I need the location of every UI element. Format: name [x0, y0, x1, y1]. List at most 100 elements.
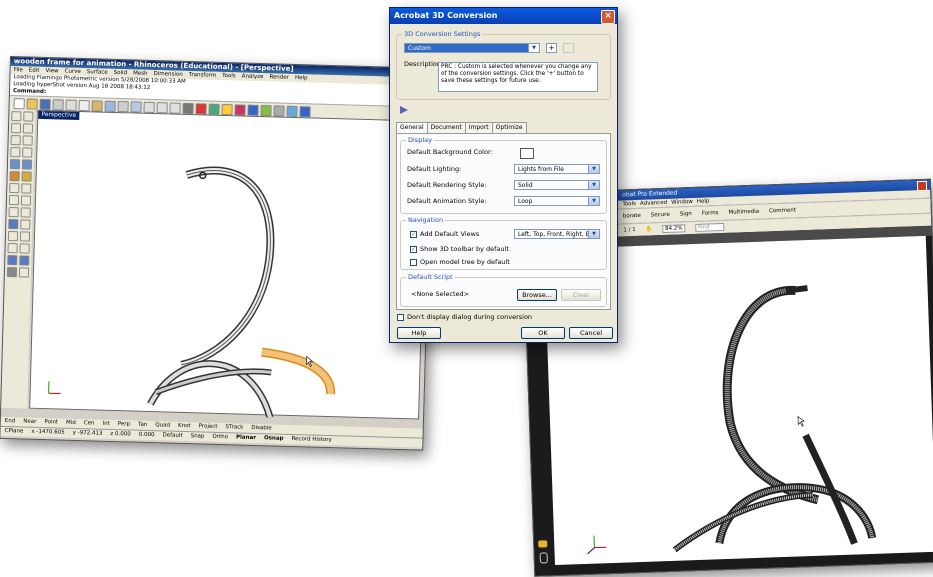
solid-icon[interactable] [21, 159, 33, 170]
explode-icon[interactable] [8, 195, 20, 206]
cancel-button[interactable]: Cancel [569, 327, 613, 339]
car-icon[interactable] [195, 102, 207, 115]
menu-mesh[interactable]: Mesh [133, 70, 148, 76]
status-osnap[interactable]: Osnap [264, 435, 284, 442]
ok-button[interactable]: OK [521, 327, 565, 339]
chevron-down-icon[interactable]: ▼ [528, 44, 539, 52]
menu-dimension[interactable]: Dimension [153, 71, 182, 78]
animation-style-select[interactable]: Loop ▼ [514, 196, 600, 206]
dimension-icon[interactable] [7, 243, 18, 254]
line-icon[interactable] [10, 123, 22, 134]
delete-preset-button[interactable] [563, 43, 574, 53]
undo-icon[interactable] [104, 100, 116, 112]
snap-near[interactable]: Near [23, 419, 36, 425]
menu-analyze[interactable]: Analyze [242, 73, 264, 80]
menu-file[interactable]: File [14, 67, 23, 73]
arc-icon[interactable] [22, 135, 33, 146]
snap-end[interactable]: End [5, 418, 16, 424]
menu-solid[interactable]: Solid [114, 70, 128, 76]
browse-button[interactable]: Browse... [517, 289, 557, 301]
add-default-views-checkbox[interactable]: ✓ [410, 231, 417, 238]
snap-point[interactable]: Point [44, 419, 58, 425]
paste-icon[interactable] [91, 99, 103, 112]
zoom-window-icon[interactable] [156, 101, 168, 113]
rotate-view-icon[interactable] [130, 100, 142, 113]
cut-icon[interactable] [65, 99, 77, 111]
snap-project[interactable]: Project [199, 423, 218, 430]
material-icon[interactable] [260, 104, 272, 116]
menu-transform[interactable]: Transform [189, 72, 217, 79]
move-icon[interactable] [8, 207, 19, 218]
sign-button[interactable]: Sign [680, 211, 692, 217]
select-arrow-icon[interactable] [11, 111, 22, 122]
copy-object-icon[interactable] [20, 207, 31, 218]
menu-view[interactable]: View [45, 68, 58, 74]
options-icon[interactable] [18, 267, 30, 278]
properties-icon[interactable] [286, 105, 298, 117]
open-folder-icon[interactable] [26, 97, 38, 110]
collaborate-button[interactable]: borate [623, 213, 641, 220]
perspective-viewport[interactable]: Perspective [29, 109, 428, 420]
print-icon[interactable] [52, 98, 64, 111]
snap-mid[interactable]: Mid [66, 420, 76, 426]
menu-window[interactable]: Window [671, 199, 693, 206]
layer-icon[interactable] [273, 104, 285, 117]
text-icon[interactable] [19, 243, 30, 254]
tab-import[interactable]: Import [464, 122, 493, 133]
rotate-icon[interactable] [8, 219, 19, 230]
polyline-icon[interactable] [22, 123, 34, 134]
show-3d-toolbar-checkbox[interactable]: ✓ [410, 246, 417, 253]
secure-button[interactable]: Secure [651, 212, 670, 219]
menu-tools[interactable]: Tools [622, 201, 636, 207]
analyze-icon[interactable] [7, 255, 18, 266]
page-number[interactable]: 1 / 1 [623, 227, 636, 233]
status-planar[interactable]: Planar [236, 434, 256, 441]
light-icon[interactable] [221, 103, 233, 115]
save-preset-button[interactable]: + [546, 43, 557, 53]
tab-optimize[interactable]: Optimize [491, 122, 527, 133]
chevron-down-icon[interactable]: ▼ [588, 165, 599, 173]
menu-curve[interactable]: Curve [64, 69, 80, 75]
comment-button[interactable]: Comment [769, 207, 796, 214]
sphere-icon[interactable] [247, 104, 259, 116]
forms-button[interactable]: Forms [702, 210, 719, 217]
circle-icon[interactable] [10, 135, 21, 146]
comment-icon[interactable] [538, 540, 548, 548]
expand-arrow-icon[interactable] [400, 106, 408, 114]
snap-knot[interactable]: Knot [178, 423, 191, 429]
snap-cen[interactable]: Cen [84, 420, 95, 426]
array-icon[interactable] [19, 231, 31, 242]
scale-icon[interactable] [20, 219, 31, 230]
snap-quad[interactable]: Quad [155, 422, 170, 428]
join-icon[interactable] [21, 183, 32, 194]
attachment-paperclip-icon[interactable] [539, 552, 548, 564]
curve-icon[interactable] [22, 147, 33, 158]
zoom-extents-icon[interactable] [169, 101, 181, 114]
menu-tools[interactable]: Tools [222, 73, 236, 79]
fillet-icon[interactable] [20, 195, 32, 206]
menu-edit[interactable]: Edit [29, 68, 40, 74]
clear-button[interactable]: Clear [561, 289, 601, 301]
rendering-style-select[interactable]: Solid ▼ [514, 180, 600, 190]
status-ortho[interactable]: Ortho [212, 434, 228, 440]
preset-select[interactable]: Custom ▼ [404, 43, 540, 53]
tab-document[interactable]: Document [426, 122, 466, 133]
surface-icon[interactable] [9, 159, 21, 170]
help-icon[interactable] [299, 105, 311, 117]
find-input[interactable]: Find [695, 222, 725, 232]
open-model-tree-checkbox[interactable] [410, 259, 417, 266]
menu-render[interactable]: Render [269, 74, 289, 81]
status-layer[interactable]: Default [162, 432, 182, 439]
menu-advanced[interactable]: Advanced [640, 200, 667, 207]
default-views-select[interactable]: Left, Top, Front, Right, B ▼ [514, 229, 600, 239]
rectangle-icon[interactable] [10, 147, 21, 158]
snap-perp[interactable]: Perp [118, 421, 130, 427]
zoom-icon[interactable] [143, 101, 155, 113]
snap-strack[interactable]: STrack [225, 424, 243, 430]
lighting-select[interactable]: Lights from File ▼ [514, 164, 600, 174]
snap-tan[interactable]: Tan [138, 422, 147, 428]
menu-help[interactable]: Help [295, 75, 308, 81]
help-button[interactable]: Help [397, 327, 441, 339]
chevron-down-icon[interactable]: ▼ [588, 230, 599, 238]
mirror-icon[interactable] [7, 231, 19, 242]
